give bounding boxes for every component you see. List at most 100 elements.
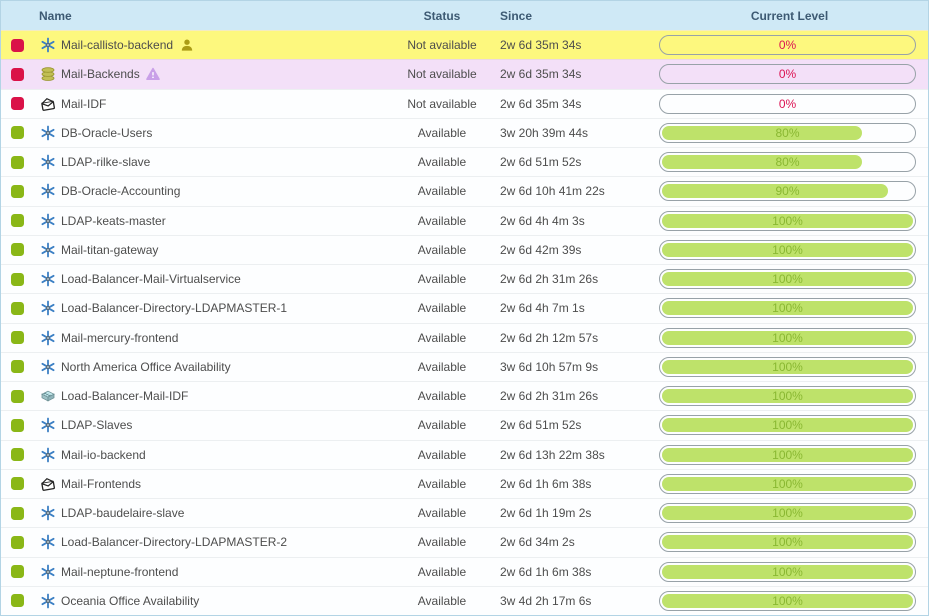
object-name-link[interactable]: Mail-callisto-backend [61, 38, 173, 52]
current-level-label: 80% [660, 124, 915, 142]
object-name-link[interactable]: Load-Balancer-Mail-Virtualservice [61, 272, 241, 286]
name-cell: Mail-IDF [31, 95, 391, 112]
status-text: Available [391, 126, 493, 140]
services-icon [39, 329, 56, 346]
name-cell: DB-Oracle-Accounting [31, 183, 391, 200]
since-text: 2w 6d 35m 34s [493, 38, 651, 52]
object-name-link[interactable]: Mail-titan-gateway [61, 243, 158, 257]
envelope-icon [39, 95, 56, 112]
status-text: Available [391, 184, 493, 198]
object-name-link[interactable]: DB-Oracle-Accounting [61, 184, 180, 198]
since-text: 2w 6d 34m 2s [493, 535, 651, 549]
current-level-cell: 100% [651, 562, 928, 582]
object-name-link[interactable]: Mail-io-backend [61, 448, 146, 462]
object-name-link[interactable]: DB-Oracle-Users [61, 126, 152, 140]
state-cell [1, 331, 31, 344]
current-level-label: 100% [660, 329, 915, 347]
object-name-link[interactable]: Mail-IDF [61, 97, 106, 111]
state-cell [1, 156, 31, 169]
current-level-bar: 100% [659, 445, 916, 465]
current-level-cell: 100% [651, 211, 928, 231]
current-level-bar: 100% [659, 211, 916, 231]
object-name-link[interactable]: Mail-neptune-frontend [61, 565, 178, 579]
state-cell [1, 594, 31, 607]
current-level-label: 100% [660, 387, 915, 405]
object-name-link[interactable]: LDAP-Slaves [61, 418, 132, 432]
column-header-name[interactable]: Name [31, 9, 391, 23]
object-name-link[interactable]: LDAP-rilke-slave [61, 155, 150, 169]
table-row: DB-Oracle-Users Available 3w 20h 39m 44s [1, 118, 928, 147]
status-text: Available [391, 418, 493, 432]
status-text: Available [391, 389, 493, 403]
name-cell: DB-Oracle-Users [31, 124, 391, 141]
current-level-label: 100% [660, 241, 915, 259]
object-name-link[interactable]: Load-Balancer-Directory-LDAPMASTER-2 [61, 535, 287, 549]
status-text: Available [391, 155, 493, 169]
since-text: 2w 6d 2h 12m 57s [493, 331, 651, 345]
services-icon [39, 358, 56, 375]
table-row: Load-Balancer-Directory-LDAPMASTER-2 Ava… [1, 527, 928, 556]
column-header-status[interactable]: Status [391, 9, 493, 23]
current-level-bar: 100% [659, 415, 916, 435]
status-text: Not available [391, 97, 493, 111]
services-icon [39, 534, 56, 551]
current-level-bar: 100% [659, 269, 916, 289]
services-icon [39, 154, 56, 171]
status-text: Available [391, 594, 493, 608]
object-name-link[interactable]: Load-Balancer-Directory-LDAPMASTER-1 [61, 301, 287, 315]
current-level-label: 100% [660, 358, 915, 376]
status-indicator [11, 243, 24, 256]
state-cell [1, 214, 31, 227]
table-row: LDAP-rilke-slave Available 2w 6d 51m 52s [1, 147, 928, 176]
name-cell: Mail-neptune-frontend [31, 563, 391, 580]
since-text: 2w 6d 1h 19m 2s [493, 506, 651, 520]
table-row: North America Office Availability Availa… [1, 352, 928, 381]
services-icon [39, 124, 56, 141]
object-name-link[interactable]: LDAP-keats-master [61, 214, 166, 228]
current-level-label: 100% [660, 504, 915, 522]
name-cell: LDAP-rilke-slave [31, 154, 391, 171]
state-cell [1, 477, 31, 490]
status-text: Available [391, 360, 493, 374]
since-text: 2w 6d 2h 31m 26s [493, 389, 651, 403]
name-cell: Mail-titan-gateway [31, 241, 391, 258]
status-indicator [11, 419, 24, 432]
services-icon [39, 563, 56, 580]
since-text: 3w 6d 10h 57m 9s [493, 360, 651, 374]
object-name-link[interactable]: North America Office Availability [61, 360, 231, 374]
object-name-link[interactable]: LDAP-baudelaire-slave [61, 506, 184, 520]
name-cell: LDAP-Slaves [31, 417, 391, 434]
since-text: 2w 6d 35m 34s [493, 67, 651, 81]
current-level-cell: 100% [651, 591, 928, 611]
object-name-link[interactable]: Mail-Backends [61, 67, 140, 81]
since-text: 2w 6d 35m 34s [493, 97, 651, 111]
column-header-since[interactable]: Since [493, 9, 651, 23]
since-text: 2w 6d 4h 4m 3s [493, 214, 651, 228]
current-level-bar: 100% [659, 386, 916, 406]
table-row: LDAP-baudelaire-slave Available 2w 6d 1h… [1, 498, 928, 527]
current-level-bar: 100% [659, 328, 916, 348]
state-cell [1, 507, 31, 520]
status-indicator [11, 39, 24, 52]
object-name-link[interactable]: Mail-Frontends [61, 477, 141, 491]
table-row: Mail-Frontends Available 2w 6d 1h 6m 38s [1, 469, 928, 498]
object-name-link[interactable]: Oceania Office Availability [61, 594, 199, 608]
current-level-label: 100% [660, 299, 915, 317]
current-level-label: 100% [660, 533, 915, 551]
services-icon [39, 505, 56, 522]
services-icon [39, 592, 56, 609]
current-level-cell: 0% [651, 35, 928, 55]
current-level-cell: 100% [651, 357, 928, 377]
object-name-link[interactable]: Load-Balancer-Mail-IDF [61, 389, 188, 403]
state-cell [1, 360, 31, 373]
table-row: Mail-io-backend Available 2w 6d 13h 22m … [1, 440, 928, 469]
table-row: DB-Oracle-Accounting Available 2w 6d 10h… [1, 176, 928, 205]
current-level-cell: 100% [651, 415, 928, 435]
name-cell: Mail-io-backend [31, 446, 391, 463]
status-indicator [11, 126, 24, 139]
since-text: 2w 6d 51m 52s [493, 155, 651, 169]
column-header-current-level[interactable]: Current Level [651, 9, 928, 23]
current-level-cell: 100% [651, 298, 928, 318]
current-level-cell: 0% [651, 64, 928, 84]
object-name-link[interactable]: Mail-mercury-frontend [61, 331, 178, 345]
